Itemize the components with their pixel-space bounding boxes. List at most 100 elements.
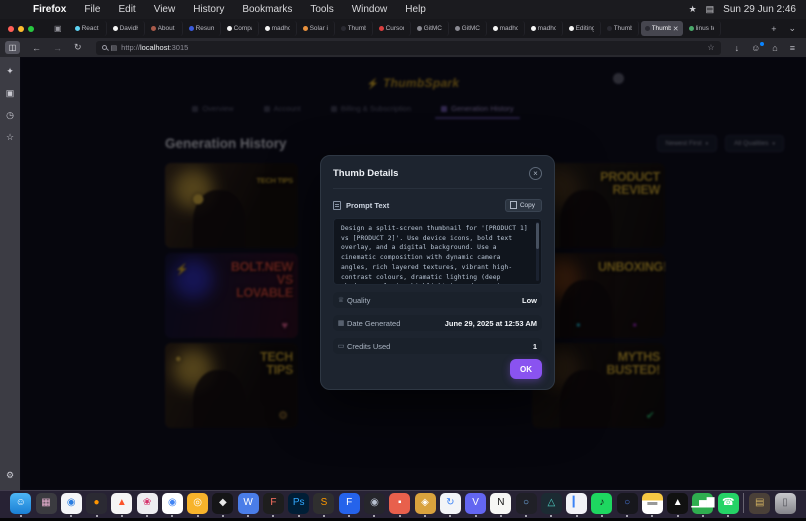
dock-app-icon[interactable]: S: [313, 493, 334, 514]
browser-tab[interactable]: linus te: [685, 21, 721, 36]
url-text[interactable]: http://localhost:3015: [121, 43, 188, 52]
dock-app[interactable]: [743, 493, 745, 516]
dock-app-icon[interactable]: F: [339, 493, 360, 514]
dock-app-icon[interactable]: F: [263, 493, 284, 514]
dock-app[interactable]: ♪: [591, 493, 612, 517]
reload-button[interactable]: ↻: [68, 42, 88, 53]
dock-app[interactable]: ◉: [162, 493, 183, 517]
prompt-textarea[interactable]: Design a split-screen thumbnail for '[PR…: [333, 218, 542, 285]
sidebar-settings-gear-icon[interactable]: ⚙: [6, 471, 14, 480]
dock-app[interactable]: ●: [86, 493, 107, 517]
menubar-item[interactable]: View: [145, 4, 185, 15]
dock-app[interactable]: ▪: [389, 493, 410, 517]
menubar-item[interactable]: History: [184, 4, 233, 15]
menu-hamburger-icon[interactable]: ≡: [784, 43, 801, 53]
dock-app-icon[interactable]: ▦: [36, 493, 57, 514]
downloads-icon[interactable]: ↓: [729, 43, 746, 53]
dock-app-icon[interactable]: ▤: [749, 493, 770, 514]
browser-tab[interactable]: Thumbspark: [337, 21, 373, 36]
minimize-window-button[interactable]: [18, 26, 24, 32]
dock-app[interactable]: ▤: [749, 493, 770, 517]
dock-app[interactable]: ◉: [61, 493, 82, 517]
dock-app[interactable]: ☺: [10, 493, 31, 517]
menubar-item[interactable]: Bookmarks: [233, 4, 301, 15]
dock-app[interactable]: N: [490, 493, 511, 517]
dock-app-icon[interactable]: ○: [516, 493, 537, 514]
new-tab-button[interactable]: +: [765, 24, 782, 34]
sidebar-tool-icon[interactable]: ▣: [6, 89, 15, 98]
back-button[interactable]: ←: [26, 43, 47, 53]
dock-app-icon[interactable]: ☺: [10, 493, 31, 514]
menubar-item[interactable]: Window: [343, 4, 397, 15]
browser-tab[interactable]: madhou: [489, 21, 525, 36]
sidebar-toggle-button[interactable]: ◫: [5, 41, 20, 54]
browser-tab[interactable]: GitMCP: [413, 21, 449, 36]
dock-app[interactable]: F: [263, 493, 284, 517]
browser-tab[interactable]: React E: [71, 21, 107, 36]
dock-app-icon[interactable]: ♪: [591, 493, 612, 514]
dock-app-icon[interactable]: ▪: [389, 493, 410, 514]
menubar-status-icon[interactable]: ★: [689, 4, 697, 15]
dock-app-icon[interactable]: ◉: [162, 493, 183, 514]
close-icon[interactable]: ×: [529, 167, 542, 180]
dock-app[interactable]: ◎: [187, 493, 208, 517]
dock-app[interactable]: ▯: [775, 493, 796, 517]
tab-close-icon[interactable]: ✕: [673, 25, 679, 33]
dock-app[interactable]: ▦: [36, 493, 57, 517]
browser-tab[interactable]: DavidH: [109, 21, 145, 36]
dock-app[interactable]: V: [465, 493, 486, 517]
browser-tab[interactable]: About |: [147, 21, 183, 36]
menubar-clock[interactable]: Sun 29 Jun 2:46: [723, 4, 796, 15]
browser-tab[interactable]: Thumbsp ✕: [641, 21, 683, 36]
dock-app[interactable]: △: [541, 493, 562, 517]
url-bar[interactable]: ▤ http://localhost:3015 ☆: [96, 41, 721, 55]
dock-app-icon[interactable]: △: [541, 493, 562, 514]
browser-tab[interactable]: Resum: [185, 21, 221, 36]
dock-app[interactable]: ❀: [137, 493, 158, 517]
dock-app[interactable]: ↻: [440, 493, 461, 517]
close-window-button[interactable]: [8, 26, 14, 32]
dock-app[interactable]: ◉: [364, 493, 385, 517]
dock-app[interactable]: S: [313, 493, 334, 517]
scrollbar-thumb[interactable]: [536, 223, 539, 249]
dock-app-icon[interactable]: ▁▅▇: [692, 493, 713, 514]
dock-app-icon[interactable]: ↻: [440, 493, 461, 514]
dock-app-icon[interactable]: [743, 493, 744, 513]
dock-app-icon[interactable]: ◎: [187, 493, 208, 514]
dock-app-icon[interactable]: ●: [86, 493, 107, 514]
copy-button[interactable]: Copy: [505, 199, 542, 212]
sidebar-tool-icon[interactable]: ☆: [6, 133, 14, 142]
dock-app-icon[interactable]: ▎: [566, 493, 587, 514]
dock-app[interactable]: W: [238, 493, 259, 517]
menubar-item[interactable]: Firefox: [24, 4, 75, 15]
dock-app[interactable]: ☎: [718, 493, 739, 517]
sidebar-tool-icon[interactable]: ✦: [6, 67, 14, 76]
dock-app[interactable]: ▬: [642, 493, 663, 517]
dock-app-icon[interactable]: ❀: [137, 493, 158, 514]
tab-list-dropdown-icon[interactable]: ⌄: [782, 23, 802, 34]
browser-tab[interactable]: Compa: [223, 21, 259, 36]
browser-tab[interactable]: Cursor /: [375, 21, 411, 36]
browser-tab[interactable]: Editing: [565, 21, 601, 36]
dock-app[interactable]: F: [339, 493, 360, 517]
dock-app-icon[interactable]: ◉: [61, 493, 82, 514]
prompt-scrollbar[interactable]: [536, 222, 539, 281]
dock-app-icon[interactable]: ◈: [415, 493, 436, 514]
page-info-icon[interactable]: ▤: [111, 44, 118, 52]
dock-app[interactable]: ○: [516, 493, 537, 517]
dock-app-icon[interactable]: N: [490, 493, 511, 514]
dock-app-icon[interactable]: ◉: [364, 493, 385, 514]
menubar-item[interactable]: Tools: [301, 4, 342, 15]
menubar-item[interactable]: Edit: [109, 4, 144, 15]
dock-app[interactable]: ▲: [111, 493, 132, 517]
dock-app[interactable]: ◈: [415, 493, 436, 517]
account-icon[interactable]: ☺: [745, 43, 766, 53]
browser-tab[interactable]: madho: [261, 21, 297, 36]
dock-app-icon[interactable]: ▬: [642, 493, 663, 514]
dock-app[interactable]: ○: [617, 493, 638, 517]
dock-app-icon[interactable]: ☎: [718, 493, 739, 514]
menubar-status-icon[interactable]: ▤: [706, 4, 715, 15]
dock-app[interactable]: ▁▅▇: [692, 493, 713, 517]
dock-app[interactable]: ▎: [566, 493, 587, 517]
dock-app-icon[interactable]: ○: [617, 493, 638, 514]
